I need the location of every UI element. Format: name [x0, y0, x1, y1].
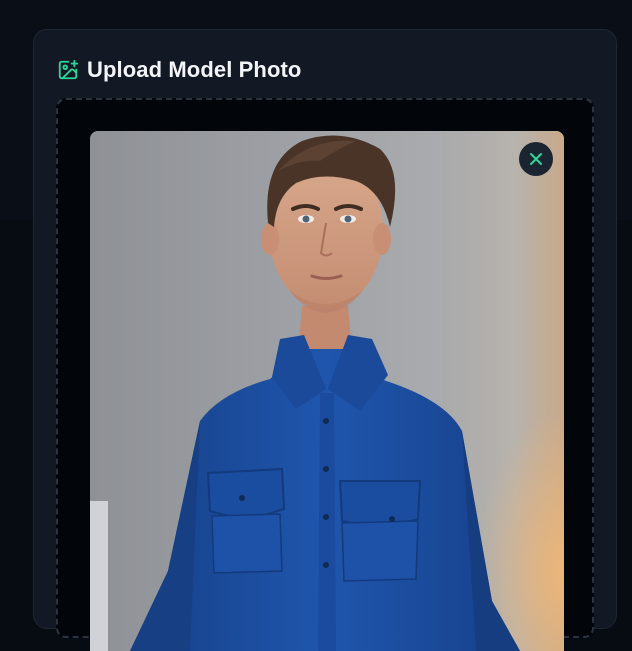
- close-icon: [529, 152, 543, 166]
- uploaded-model-photo: [90, 131, 564, 651]
- image-plus-icon: [57, 59, 79, 81]
- upload-model-photo-card: Upload Model Photo: [33, 29, 617, 651]
- card-header: Upload Model Photo: [57, 55, 301, 85]
- card-title: Upload Model Photo: [87, 57, 302, 82]
- remove-photo-button[interactable]: [519, 142, 553, 176]
- photo-dropzone[interactable]: [56, 98, 594, 651]
